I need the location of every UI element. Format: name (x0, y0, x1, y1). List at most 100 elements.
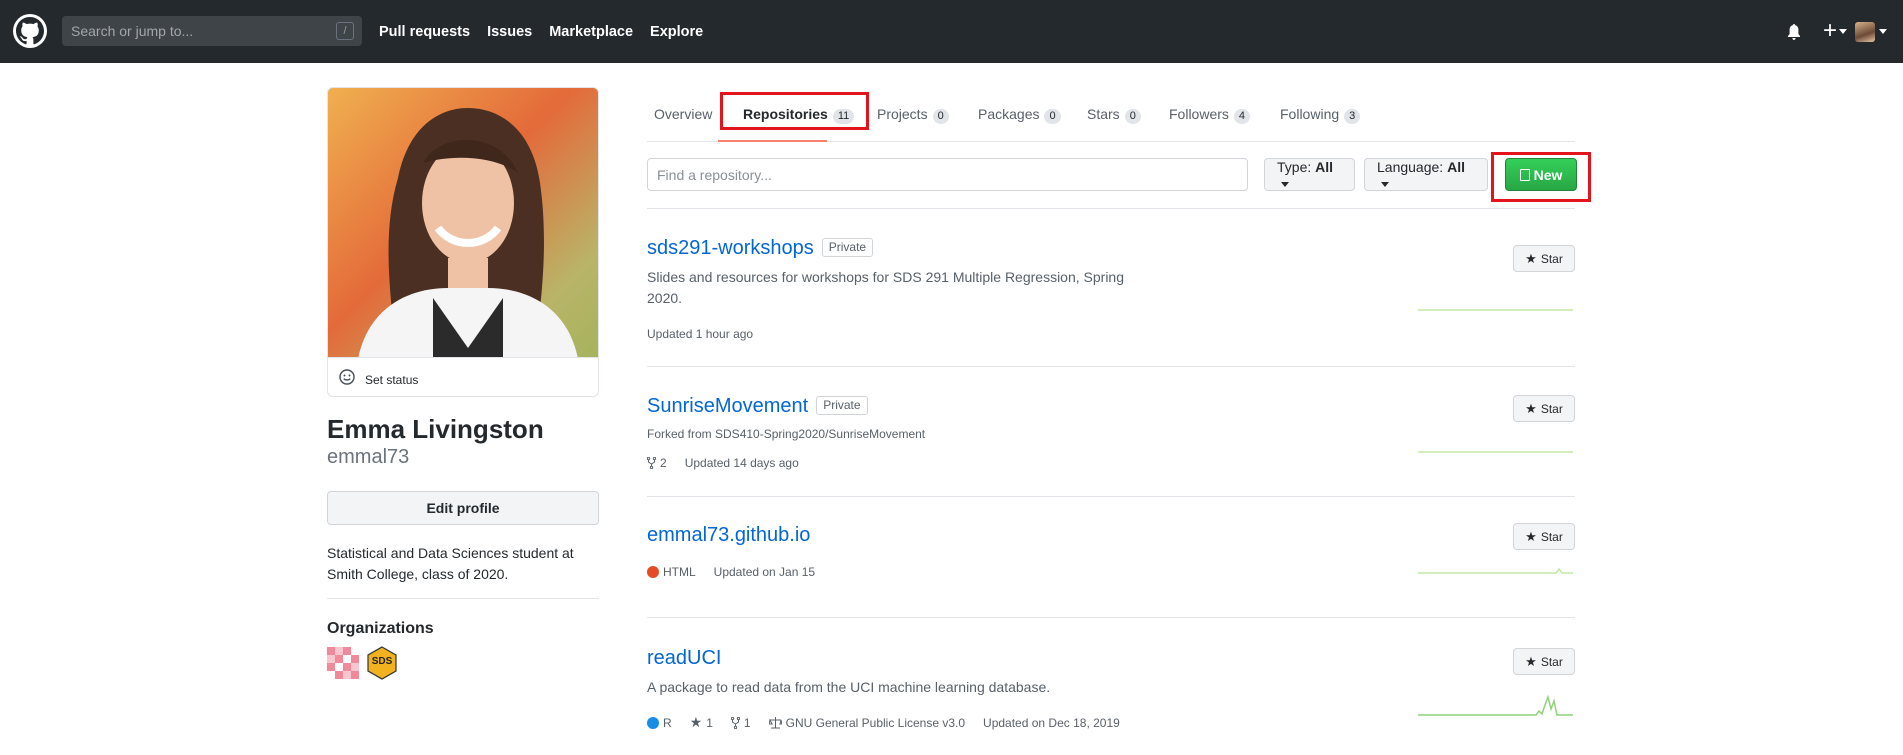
type-filter-dropdown[interactable]: Type: All (1264, 158, 1355, 191)
repo-description: Slides and resources for workshops for S… (647, 267, 1137, 309)
type-value: All (1315, 159, 1334, 175)
fork-count[interactable]: 2 (647, 456, 667, 470)
tab-label: Followers (1169, 106, 1229, 122)
tab-followers[interactable]: Followers 4 (1169, 95, 1251, 142)
organization-avatar-sds[interactable]: SDS (366, 646, 398, 680)
tab-label: Packages (978, 106, 1040, 122)
tab-count: 0 (1044, 109, 1061, 124)
tab-stars[interactable]: Stars 0 (1087, 95, 1141, 142)
smiley-icon (339, 369, 355, 385)
plus-icon[interactable]: + (1823, 19, 1837, 43)
highlight-box (720, 92, 869, 130)
star-icon: ★ (1525, 528, 1537, 544)
nav-pull-requests[interactable]: Pull requests (379, 24, 470, 40)
forked-from: Forked from SDS410-Spring2020/SunriseMov… (647, 427, 926, 441)
fork-icon (730, 716, 740, 729)
set-status-button[interactable]: Set status (327, 357, 599, 397)
license-name: GNU General Public License v3.0 (785, 715, 966, 730)
tab-overview[interactable]: Overview (654, 95, 712, 142)
search-input[interactable] (62, 16, 322, 46)
repo-meta: 2 Updated 14 days ago (647, 456, 799, 470)
star-button[interactable]: ★ Star (1513, 245, 1575, 272)
avatar[interactable] (1855, 22, 1875, 42)
star-label: Star (1540, 251, 1563, 266)
top-nav: Pull requests Issues Marketplace Explore (379, 0, 720, 63)
star-icon: ★ (1525, 250, 1537, 266)
repo-item: SunriseMovement Private Forked from SDS41… (647, 367, 1575, 497)
tab-following[interactable]: Following 3 (1280, 95, 1361, 142)
organization-avatar-checker[interactable] (327, 647, 359, 679)
fork-count[interactable]: 1 (730, 715, 751, 730)
language-filter-dropdown[interactable]: Language: All (1364, 158, 1488, 191)
tab-label: Following (1280, 106, 1340, 122)
repo-name-link[interactable]: SunriseMovement Private (647, 395, 868, 418)
desc-line: Slides and resources for workshops for S… (647, 269, 1125, 285)
nav-issues[interactable]: Issues (487, 24, 532, 40)
language-value: All (1447, 159, 1465, 175)
edit-profile-button[interactable]: Edit profile (327, 491, 599, 525)
star-button[interactable]: ★ Star (1513, 648, 1575, 675)
repo-name: SunriseMovement (647, 395, 809, 417)
private-badge: Private (816, 396, 868, 415)
bio-line: Statistical and Data Sciences student at (327, 545, 574, 561)
find-repository-input[interactable] (647, 158, 1248, 191)
updated-time: Updated on Dec 18, 2019 (983, 715, 1120, 730)
profile-photo[interactable] (327, 87, 599, 358)
search-box[interactable]: / (62, 16, 362, 46)
repo-name: emmal73.github.io (647, 524, 811, 546)
updated-time: Updated on Jan 15 (713, 565, 816, 579)
github-logo-icon[interactable] (13, 14, 47, 48)
activity-sparkline (1418, 451, 1573, 453)
repo-item: emmal73.github.io HTML Updated on Jan 15… (647, 497, 1575, 618)
star-icon: ★ (689, 714, 703, 730)
repo-item: readUCI A package to read data from the … (647, 618, 1575, 746)
set-status-label: Set status (365, 373, 419, 387)
repo-name-link[interactable]: readUCI (647, 647, 721, 670)
bio-line: Smith College, class of 2020. (327, 566, 509, 582)
activity-sparkline (1418, 694, 1573, 716)
language-name: R (663, 715, 672, 730)
nav-marketplace[interactable]: Marketplace (549, 24, 633, 40)
highlight-box (1491, 152, 1591, 202)
tab-label: Projects (877, 106, 928, 122)
tab-label: Overview (654, 106, 713, 122)
tab-count: 4 (1233, 109, 1251, 124)
stargazers-count[interactable]: ★ 1 (690, 714, 713, 731)
type-label: Type: (1277, 159, 1312, 175)
active-tab-underline (718, 140, 827, 142)
bell-icon[interactable] (1787, 24, 1801, 40)
chevron-down-icon (1281, 181, 1289, 187)
private-badge: Private (821, 238, 874, 257)
slash-shortcut-badge: / (336, 22, 354, 40)
language-color-dot (647, 716, 659, 729)
repo-language: R (647, 716, 672, 730)
top-header: / Pull requests Issues Marketplace Explo… (0, 0, 1903, 63)
tab-label: Stars (1087, 106, 1120, 122)
star-label: Star (1540, 529, 1563, 544)
desc-line: A package to read data from the UCI mach… (647, 679, 1051, 695)
star-button[interactable]: ★ Star (1513, 395, 1575, 422)
repo-language: HTML (647, 565, 696, 579)
tab-packages[interactable]: Packages 0 (978, 95, 1061, 142)
updated-time: Updated 1 hour ago (647, 327, 754, 341)
sds-org-label: SDS (371, 656, 393, 667)
fork-value: 1 (743, 715, 751, 730)
star-label: Star (1540, 401, 1563, 416)
star-icon: ★ (1525, 400, 1537, 416)
repo-name: sds291-workshops (647, 237, 814, 259)
repo-name: readUCI (647, 647, 722, 669)
star-button[interactable]: ★ Star (1513, 523, 1575, 550)
repo-name-link[interactable]: sds291-workshops Private (647, 237, 874, 260)
nav-explore[interactable]: Explore (650, 24, 703, 40)
chevron-down-icon[interactable] (1839, 29, 1847, 34)
repo-item: sds291-workshops Private Slides and resou… (647, 209, 1575, 367)
language-name: HTML (663, 565, 696, 579)
organizations-heading: Organizations (327, 620, 434, 637)
divider (327, 598, 599, 599)
law-scale-icon (768, 716, 782, 728)
language-color-dot (647, 566, 659, 578)
repo-name-link[interactable]: emmal73.github.io (647, 524, 810, 547)
tab-projects[interactable]: Projects 0 (877, 95, 949, 142)
star-label: Star (1540, 654, 1563, 669)
chevron-down-icon[interactable] (1879, 29, 1887, 34)
